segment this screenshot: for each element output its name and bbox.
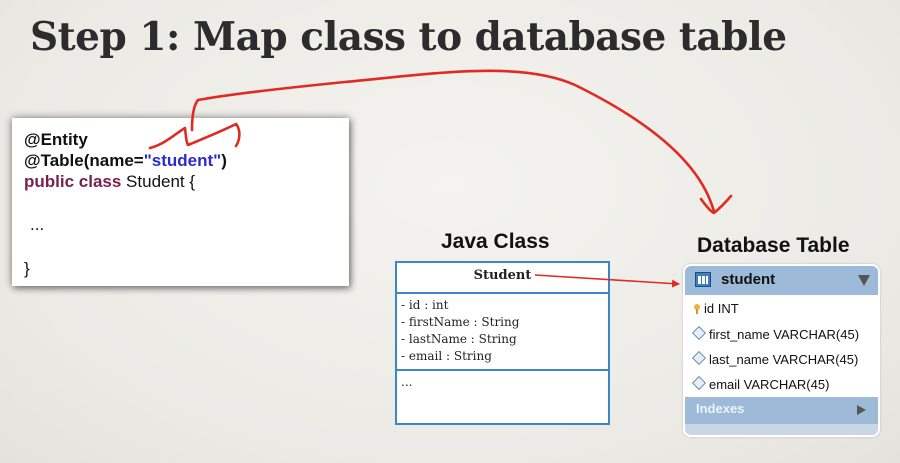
- slide-title: Step 1: Map class to database table: [30, 14, 787, 60]
- table-column-row: email VARCHAR(45): [691, 375, 830, 392]
- table-column-label: email VARCHAR(45): [709, 377, 830, 392]
- hand-drawn-arrowhead: [699, 194, 733, 215]
- class-declaration-rest: Student {: [121, 172, 196, 191]
- uml-class-name: Student: [397, 263, 608, 294]
- table-column-label: id INT: [704, 301, 739, 316]
- database-table-header[interactable]: student: [685, 266, 878, 295]
- uml-field: - firstName : String: [401, 315, 520, 329]
- table-annotation-prefix: @Table(name=: [24, 151, 144, 170]
- indexes-label: Indexes: [696, 401, 745, 416]
- class-declaration: public class Student {: [24, 172, 195, 192]
- table-grid-icon: [695, 272, 711, 287]
- table-column-row: id INT: [693, 301, 739, 316]
- java-class-heading: Java Class: [441, 230, 550, 253]
- database-table-card: student id INT first_name VARCHAR(45) la…: [683, 264, 880, 437]
- column-diamond-icon: [691, 350, 707, 366]
- class-keywords: public class: [24, 172, 122, 191]
- uml-class-box: Student - id : int - firstName : String …: [395, 261, 610, 425]
- database-table-footer: [685, 424, 878, 435]
- entity-annotation: @Entity: [24, 130, 88, 149]
- table-column-label: first_name VARCHAR(45): [709, 327, 860, 342]
- column-diamond-icon: [691, 375, 707, 391]
- uml-field: - email : String: [401, 349, 492, 363]
- table-column-label: last_name VARCHAR(45): [709, 352, 859, 367]
- table-annotation-suffix: ): [221, 151, 227, 170]
- class-body-placeholder: ...: [30, 215, 45, 234]
- closing-brace: }: [24, 259, 30, 278]
- database-table-name: student: [721, 271, 776, 288]
- table-name-literal: "student": [143, 151, 222, 170]
- table-column-row: first_name VARCHAR(45): [691, 325, 860, 342]
- table-annotation: @Table(name="student"): [24, 151, 227, 171]
- database-table-heading: Database Table: [697, 234, 850, 257]
- code-snippet-card: @Entity @Table(name="student") public cl…: [12, 118, 349, 286]
- expand-triangle-icon[interactable]: [857, 405, 866, 415]
- uml-field: - id : int: [401, 298, 449, 312]
- uml-fields-section: - id : int - firstName : String - lastNa…: [397, 294, 608, 371]
- indexes-row[interactable]: Indexes: [685, 397, 878, 424]
- collapse-triangle-icon[interactable]: [858, 275, 870, 286]
- table-column-row: last_name VARCHAR(45): [691, 350, 859, 367]
- uml-methods-section: ...: [401, 375, 413, 389]
- uml-field: - lastName : String: [401, 332, 517, 346]
- primary-key-icon: [693, 304, 701, 314]
- column-diamond-icon: [691, 325, 707, 341]
